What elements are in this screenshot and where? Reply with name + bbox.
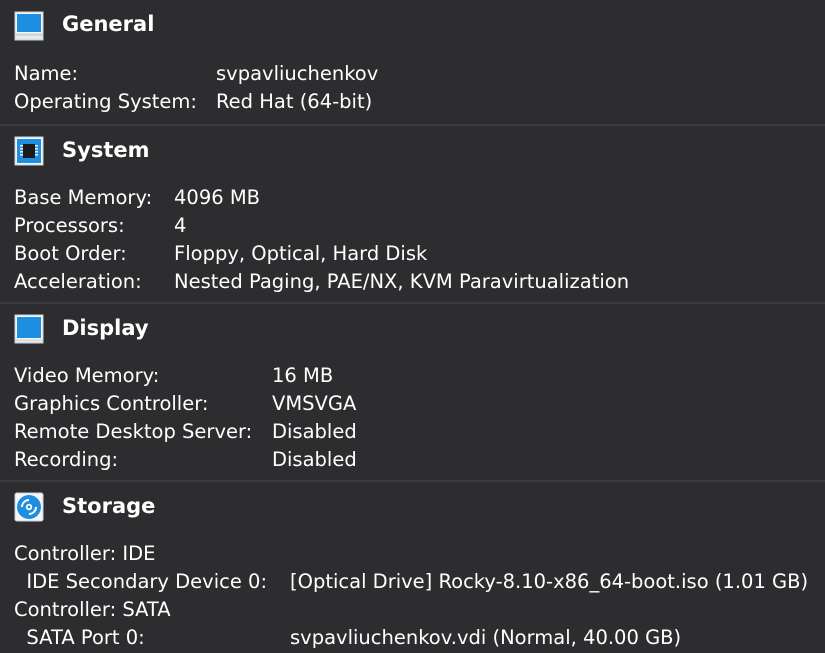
detail-row-processors: Processors: 4: [0, 212, 825, 240]
detail-row-acceleration: Acceleration: Nested Paging, PAE/NX, KVM…: [0, 268, 825, 296]
detail-value: Nested Paging, PAE/NX, KVM Paravirtualiz…: [174, 270, 630, 293]
detail-value: Disabled: [272, 448, 357, 471]
detail-label: Video Memory:: [14, 364, 160, 387]
detail-row-remote-desktop-server: Remote Desktop Server: Disabled: [0, 418, 825, 446]
detail-value: 16 MB: [272, 364, 334, 387]
section-title: General: [62, 12, 155, 36]
system-section: System Base Memory: 4096 MB Processors: …: [0, 124, 825, 302]
detail-label: Recording:: [14, 448, 119, 471]
detail-value: svpavliuchenkov.vdi (Normal, 40.00 GB): [290, 626, 682, 649]
detail-value: Floppy, Optical, Hard Disk: [174, 242, 428, 265]
section-title: System: [62, 138, 150, 162]
display-section: Display Video Memory: 16 MB Graphics Con…: [0, 302, 825, 480]
detail-label: Base Memory:: [14, 186, 153, 209]
storage-header[interactable]: Storage: [0, 482, 825, 530]
detail-label: SATA Port 0:: [14, 626, 145, 649]
detail-row-video-memory: Video Memory: 16 MB: [0, 362, 825, 390]
detail-row-boot-order: Boot Order: Floppy, Optical, Hard Disk: [0, 240, 825, 268]
monitor-icon: [14, 11, 44, 41]
vm-details-panel: General Name: svpavliuchenkov Operating …: [0, 0, 825, 653]
detail-label: Operating System:: [14, 90, 197, 113]
detail-label: Boot Order:: [14, 242, 127, 265]
section-title: Storage: [62, 494, 156, 518]
detail-row-operating-system: Operating System: Red Hat (64-bit): [0, 88, 825, 116]
detail-row-name: Name: svpavliuchenkov: [0, 60, 825, 88]
detail-row-controller-ide: Controller: IDE: [0, 540, 825, 568]
detail-row-graphics-controller: Graphics Controller: VMSVGA: [0, 390, 825, 418]
detail-value: 4: [174, 214, 187, 237]
detail-label: Controller: IDE: [14, 542, 156, 565]
display-icon: [14, 314, 44, 344]
detail-value: svpavliuchenkov: [216, 62, 379, 85]
storage-section: Storage Controller: IDE IDE Secondary De…: [0, 480, 825, 653]
detail-value: Disabled: [272, 420, 357, 443]
detail-row-base-memory: Base Memory: 4096 MB: [0, 184, 825, 212]
detail-row-controller-sata: Controller: SATA: [0, 596, 825, 624]
detail-label: IDE Secondary Device 0:: [14, 570, 268, 593]
detail-label: Controller: SATA: [14, 598, 171, 621]
detail-row-sata-port: SATA Port 0: svpavliuchenkov.vdi (Normal…: [0, 624, 825, 652]
detail-row-ide-secondary-device: IDE Secondary Device 0: [Optical Drive] …: [0, 568, 825, 596]
detail-value: Red Hat (64-bit): [216, 90, 373, 113]
general-section: General Name: svpavliuchenkov Operating …: [0, 0, 825, 124]
detail-label: Processors:: [14, 214, 125, 237]
general-header[interactable]: General: [0, 0, 825, 48]
display-header[interactable]: Display: [0, 304, 825, 352]
detail-label: Name:: [14, 62, 79, 85]
detail-value: 4096 MB: [174, 186, 261, 209]
detail-row-recording: Recording: Disabled: [0, 446, 825, 474]
chip-icon: [14, 136, 44, 166]
detail-value: [Optical Drive] Rocky-8.10-x86_64-boot.i…: [290, 570, 809, 593]
disk-icon: [14, 492, 44, 522]
detail-label: Remote Desktop Server:: [14, 420, 253, 443]
detail-label: Graphics Controller:: [14, 392, 209, 415]
detail-value: VMSVGA: [272, 392, 357, 415]
section-title: Display: [62, 316, 149, 340]
detail-label: Acceleration:: [14, 270, 142, 293]
system-header[interactable]: System: [0, 126, 825, 174]
